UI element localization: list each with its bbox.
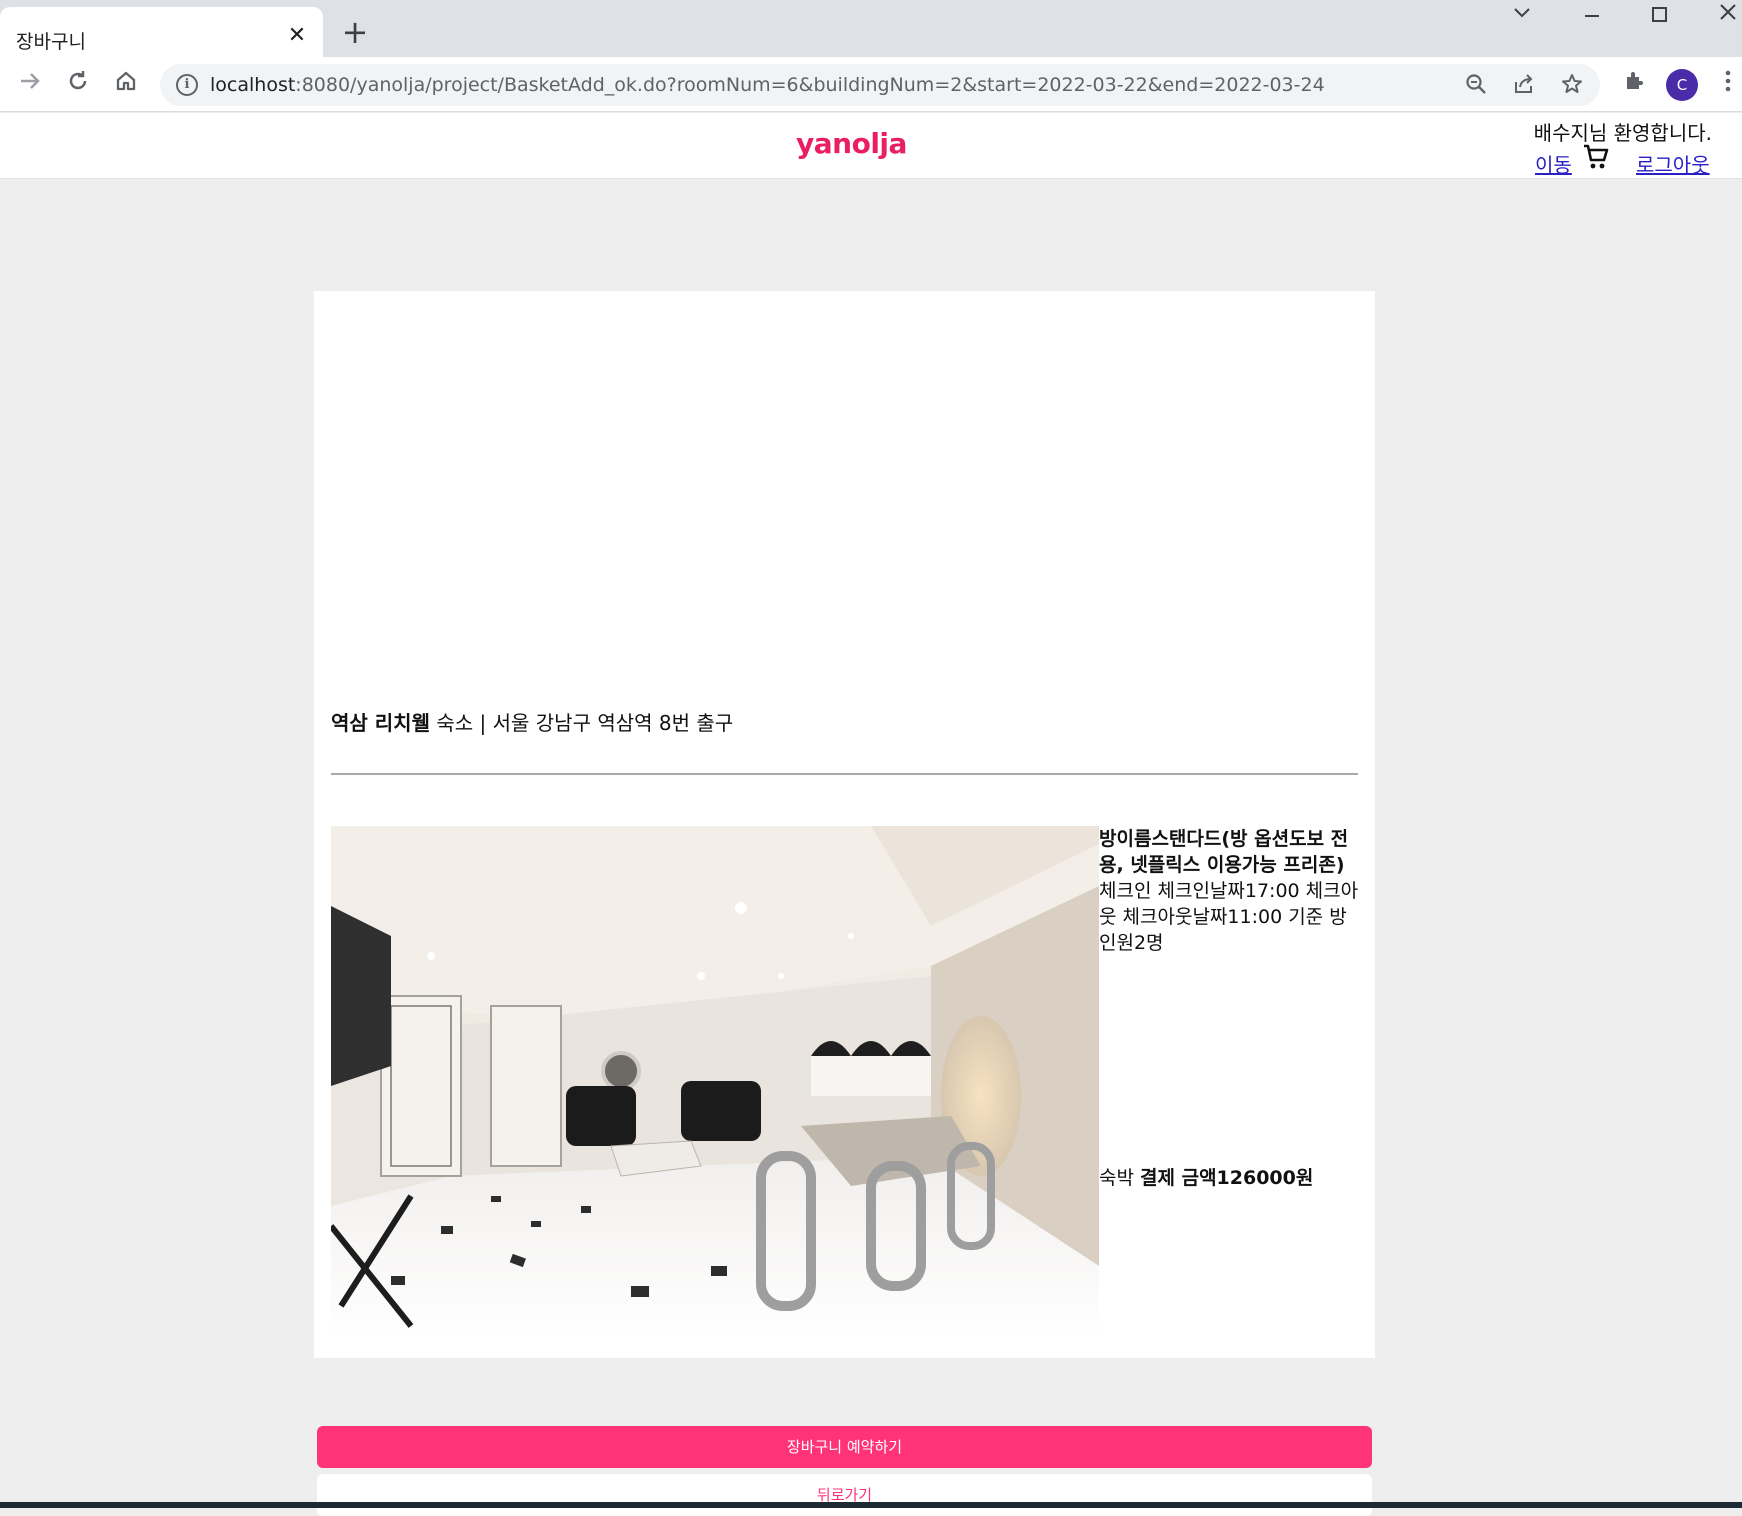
room-info: 방이름스탠다드(방 옵션도보 전용, 넷플릭스 이용가능 프리존) 체크인 체크… bbox=[1099, 826, 1361, 956]
building-category: 숙소 bbox=[436, 711, 474, 735]
browser-toolbar: i localhost:8080/yanolja/project/BasketA… bbox=[0, 57, 1742, 112]
stay-type: 숙박 bbox=[1099, 1167, 1134, 1189]
forward-icon[interactable] bbox=[14, 69, 46, 101]
payment-amount: 결제 금액126000원 bbox=[1140, 1167, 1314, 1189]
price-line: 숙박 결제 금액126000원 bbox=[1099, 1163, 1313, 1190]
move-link[interactable]: 이동 bbox=[1535, 149, 1572, 178]
browser-tab-bar: 장바구니 ✕ + bbox=[0, 0, 1742, 57]
back-button[interactable]: 뒤로가기 bbox=[317, 1474, 1372, 1516]
divider bbox=[331, 773, 1358, 775]
basket-card: 역삼 리치웰 숙소 | 서울 강남구 역삼역 8번 출구 방이름스탠다드(방 옵… bbox=[314, 291, 1375, 1358]
room-details: 체크인 체크인날짜17:00 체크아웃 체크아웃날짜11:00 기준 방 인원2… bbox=[1099, 880, 1359, 954]
browser-tab[interactable]: 장바구니 ✕ bbox=[0, 7, 323, 57]
star-icon[interactable] bbox=[1558, 72, 1586, 100]
url-text[interactable]: localhost:8080/yanolja/project/BasketAdd… bbox=[210, 74, 1325, 96]
minimize-icon[interactable] bbox=[1572, 2, 1612, 32]
extensions-icon[interactable] bbox=[1618, 69, 1650, 101]
room-photo bbox=[331, 826, 1099, 1340]
separator: | bbox=[479, 711, 487, 735]
building-name: 역삼 리치웰 bbox=[331, 711, 430, 735]
menu-icon[interactable] bbox=[1718, 69, 1738, 101]
tab-search-icon[interactable] bbox=[1502, 2, 1542, 32]
cart-icon[interactable] bbox=[1582, 143, 1610, 171]
maximize-icon[interactable] bbox=[1640, 2, 1680, 32]
taskbar-strip bbox=[0, 1502, 1742, 1508]
new-tab-icon[interactable]: + bbox=[340, 16, 370, 48]
yanolja-logo[interactable]: yanolja bbox=[796, 127, 907, 160]
info-icon[interactable]: i bbox=[176, 74, 198, 96]
building-address: 서울 강남구 역삼역 8번 출구 bbox=[492, 711, 734, 735]
logout-link[interactable]: 로그아웃 bbox=[1636, 149, 1710, 178]
profile-avatar[interactable]: C bbox=[1666, 69, 1698, 101]
share-icon[interactable] bbox=[1510, 72, 1538, 100]
zoom-icon[interactable] bbox=[1462, 72, 1490, 100]
address-bar[interactable]: i localhost:8080/yanolja/project/BasketA… bbox=[160, 64, 1600, 106]
close-window-icon[interactable] bbox=[1708, 2, 1742, 32]
reload-icon[interactable] bbox=[62, 69, 94, 101]
tab-close-icon[interactable]: ✕ bbox=[286, 25, 308, 47]
building-info: 역삼 리치웰 숙소 | 서울 강남구 역삼역 8번 출구 bbox=[331, 707, 733, 736]
tab-title: 장바구니 bbox=[16, 31, 86, 53]
room-name: 방이름스탠다드(방 옵션도보 전용, 넷플릭스 이용가능 프리존) bbox=[1099, 828, 1349, 876]
welcome-message: 배수지님 환영합니다. bbox=[1533, 121, 1712, 145]
reserve-basket-button[interactable]: 장바구니 예약하기 bbox=[317, 1426, 1372, 1468]
home-icon[interactable] bbox=[110, 69, 142, 101]
site-header: yanolja 배수지님 환영합니다. 이동 로그아웃 bbox=[0, 113, 1742, 179]
